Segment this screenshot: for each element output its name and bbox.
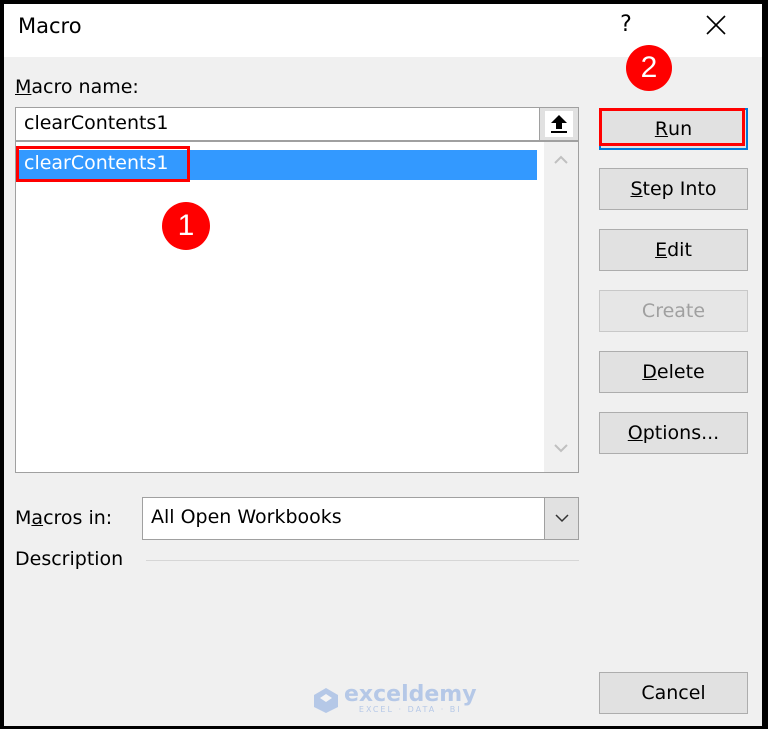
create-button: Create [599, 290, 748, 332]
scroll-down-button[interactable] [544, 438, 578, 466]
cancel-button[interactable]: Cancel [599, 672, 748, 714]
macro-name-label: Macro name: [15, 76, 139, 98]
upload-arrow-icon [551, 115, 567, 133]
dropdown-button[interactable] [544, 498, 578, 539]
accel-key: S [630, 178, 643, 200]
step2-badge: 2 [626, 45, 672, 91]
macro-dialog: Macro ? Macro name: clearContents1 clear… [4, 4, 762, 726]
edit-button[interactable]: Edit [599, 229, 748, 271]
help-button[interactable]: ? [611, 12, 641, 37]
step1-badge: 1 [162, 202, 210, 250]
label-text: M [15, 507, 32, 529]
chevron-up-icon [554, 155, 568, 164]
label-text: acro name: [31, 76, 139, 98]
accel-key: a [31, 507, 44, 529]
button-label: un [668, 118, 693, 140]
close-button[interactable] [699, 8, 733, 42]
accel-key: R [654, 118, 669, 140]
watermark-tagline: EXCEL · DATA · BI [358, 705, 462, 714]
dialog-title: Macro [18, 14, 82, 38]
button-label: ptions... [642, 422, 720, 444]
accel-key: D [642, 361, 657, 383]
chevron-down-icon [554, 514, 569, 523]
macro-list-item[interactable]: clearContents1 [18, 150, 537, 180]
button-label: elete [656, 361, 705, 383]
description-divider [146, 560, 579, 561]
close-icon [706, 15, 726, 35]
watermark: exceldemy EXCEL · DATA · BI [312, 682, 477, 715]
label-text: cros in: [43, 507, 113, 529]
description-label: Description [15, 548, 124, 570]
run-button[interactable]: Run [599, 108, 748, 150]
exceldemy-logo-icon [314, 687, 338, 713]
upload-button[interactable] [539, 107, 579, 141]
list-scrollbar[interactable] [544, 142, 578, 472]
chevron-down-icon [554, 444, 568, 453]
accel-key: E [655, 239, 668, 261]
watermark-text: exceldemy EXCEL · DATA · BI [344, 682, 477, 715]
watermark-name: exceldemy [344, 682, 477, 707]
step-into-button[interactable]: Step Into [599, 168, 748, 210]
delete-button[interactable]: Delete [599, 351, 748, 393]
macros-in-label: Macros in: [15, 507, 112, 529]
upload-button-face [545, 111, 573, 137]
button-label: tep Into [642, 178, 717, 200]
button-label: dit [667, 239, 692, 261]
scroll-up-button[interactable] [544, 150, 578, 178]
accel-key: O [627, 422, 643, 444]
accel-key: M [15, 76, 32, 98]
macros-in-dropdown[interactable]: All Open Workbooks [142, 497, 579, 540]
macro-list[interactable]: clearContents1 [15, 141, 579, 473]
macros-in-value: All Open Workbooks [151, 506, 342, 528]
macro-name-input[interactable]: clearContents1 [15, 107, 539, 141]
options-button[interactable]: Options... [599, 412, 748, 454]
